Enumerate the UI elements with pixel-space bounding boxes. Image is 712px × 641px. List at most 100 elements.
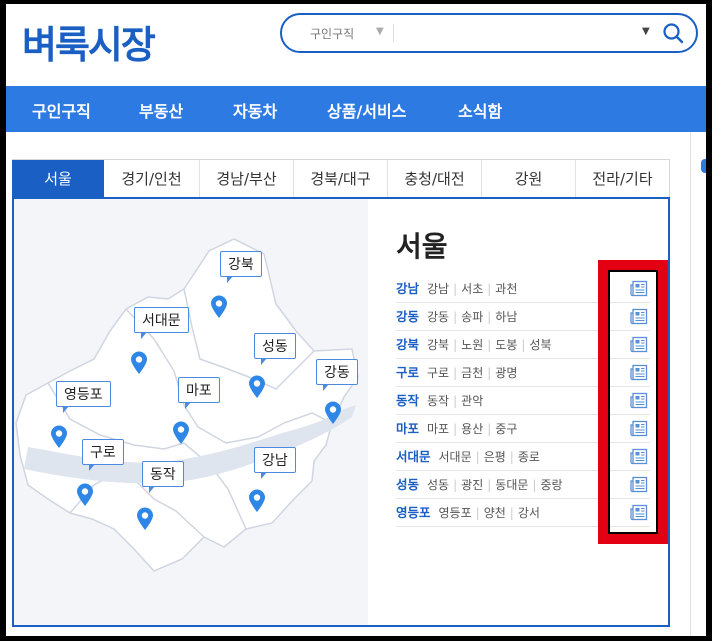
tab-jeolla-etc[interactable]: 전라/기타 [576,160,670,198]
tab-gangwon[interactable]: 강원 [482,160,576,198]
region-row-sublink[interactable]: 중구 [495,422,517,436]
nav-item-cars[interactable]: 자동차 [233,98,277,122]
region-row-key[interactable]: 영등포 [396,499,431,526]
region-row-key[interactable]: 마포 [396,415,419,442]
region-row-sublink[interactable]: 강남 [427,282,449,296]
nav-item-news[interactable]: 소식함 [458,98,502,122]
region-row-sublink[interactable]: 양천 [484,506,506,520]
region-row-sublink[interactable]: 구로 [427,366,449,380]
region-row-sublink[interactable]: 금천 [461,366,483,380]
region-row-sublink[interactable]: 광진 [461,478,483,492]
region-row-sublink[interactable]: 강동 [427,310,449,324]
region-row-sublink[interactable]: 성동 [427,478,449,492]
site-logo[interactable]: 벼룩시장 [22,14,156,69]
tab-gyeongnam-busan[interactable]: 경남/부산 [200,160,294,198]
region-row: 강동 강동 | 송파 | 하남 [396,303,650,331]
region-row-sublink[interactable]: 종로 [518,450,540,464]
newspaper-icon[interactable] [630,280,648,297]
region-row-sublink[interactable]: 용산 [461,422,483,436]
search-input[interactable] [400,21,630,45]
newspaper-icon[interactable] [630,504,648,521]
map-label-dongjak[interactable]: 동작 [142,461,184,493]
map-label-seodaemun[interactable]: 서대문 [134,307,189,339]
region-row-sublink[interactable]: 동작 [427,394,449,408]
region-row-sublink[interactable]: 광명 [495,366,517,380]
region-row-key[interactable]: 강남 [396,275,419,302]
search-icon[interactable] [662,22,684,44]
nav-item-jobs[interactable]: 구인구직 [32,98,91,122]
map-pin-icon[interactable] [248,375,266,399]
map-pin-icon[interactable] [50,425,68,449]
tab-gyeonggi-incheon[interactable]: 경기/인천 [104,160,200,198]
separator: | [487,478,492,492]
map-pin-icon[interactable] [172,421,190,445]
region-row-sublink[interactable]: 강북 [427,338,449,352]
region-row: 동작 동작 | 관악 [396,387,650,415]
newspaper-icon[interactable] [630,392,648,409]
region-row-key[interactable]: 성동 [396,471,419,498]
search-dropdown-icon[interactable]: ▼ [642,26,650,37]
chevron-down-icon[interactable]: ▼ [376,26,384,37]
search-divider [393,24,394,42]
main-nav: 구인구직 부동산 자동차 상품/서비스 소식함 [6,86,706,132]
nav-item-real-estate[interactable]: 부동산 [139,98,183,122]
map-label-yeongdeungpo[interactable]: 영등포 [56,381,111,413]
map-pin-icon[interactable] [324,401,342,425]
search-bar: 구인구직 ▼ ▼ [280,13,698,53]
separator: | [532,478,537,492]
region-panel: 강북 서대문 성동 강동 영등포 마포 구로 동작 강남 서울 강남 강남 | 서초 |… [12,197,670,627]
header: 벼룩시장 구인구직 ▼ ▼ [6,4,706,86]
region-row-sublink[interactable]: 강서 [518,506,540,520]
region-row-sublink[interactable]: 은평 [484,450,506,464]
newspaper-icon[interactable] [630,476,648,493]
region-row-sublink[interactable]: 중랑 [540,478,562,492]
map-pin-icon[interactable] [136,507,154,531]
seoul-map: 강북 서대문 성동 강동 영등포 마포 구로 동작 강남 [14,199,368,625]
tab-seoul[interactable]: 서울 [12,160,104,198]
region-row-key[interactable]: 서대문 [396,443,431,470]
newspaper-icon[interactable] [630,308,648,325]
separator: | [487,422,492,436]
region-row-key[interactable]: 강동 [396,303,419,330]
region-row-key[interactable]: 강북 [396,331,419,358]
region-row-sublink[interactable]: 영등포 [439,506,472,520]
side-indicator [701,159,706,173]
newspaper-icon[interactable] [630,364,648,381]
region-row: 마포 마포 | 용산 | 중구 [396,415,650,443]
region-row-sublink[interactable]: 관악 [461,394,483,408]
region-row-sublink[interactable]: 과천 [495,282,517,296]
map-label-mapo[interactable]: 마포 [178,377,220,409]
tab-chungcheong-daejeon[interactable]: 충청/대전 [388,160,482,198]
region-row-key[interactable]: 동작 [396,387,419,414]
region-row-key[interactable]: 구로 [396,359,419,386]
region-row-sublink[interactable]: 하남 [495,310,517,324]
newspaper-icon[interactable] [630,336,648,353]
map-label-seongdong[interactable]: 성동 [254,333,296,365]
region-tabs: 서울 경기/인천 경남/부산 경북/대구 충청/대전 강원 전라/기타 [12,159,670,198]
region-row-sublink[interactable]: 동대문 [495,478,528,492]
separator: | [453,282,458,296]
map-pin-icon[interactable] [130,351,148,375]
region-row-sublink[interactable]: 성북 [529,338,551,352]
region-row-sublink[interactable]: 서대문 [439,450,472,464]
newspaper-icon[interactable] [630,448,648,465]
search-category-select[interactable]: 구인구직 [310,25,354,42]
map-label-guro[interactable]: 구로 [82,439,124,471]
region-title: 서울 [396,230,448,263]
nav-item-goods-services[interactable]: 상품/서비스 [327,98,406,122]
region-row-sublink[interactable]: 노원 [461,338,483,352]
map-pin-icon[interactable] [210,295,228,319]
region-row-sublink[interactable]: 송파 [461,310,483,324]
map-label-gangnam[interactable]: 강남 [254,447,296,479]
map-label-gangbuk[interactable]: 강북 [220,251,262,283]
region-row-sublink[interactable]: 서초 [461,282,483,296]
map-label-gangdong[interactable]: 강동 [316,359,358,391]
separator: | [453,422,458,436]
region-row-sublink[interactable]: 마포 [427,422,449,436]
region-row: 강남 강남 | 서초 | 과천 [396,275,650,303]
region-row-sublink[interactable]: 도봉 [495,338,517,352]
map-pin-icon[interactable] [248,489,266,513]
map-pin-icon[interactable] [76,483,94,507]
tab-gyeongbuk-daegu[interactable]: 경북/대구 [294,160,388,198]
newspaper-icon[interactable] [630,420,648,437]
